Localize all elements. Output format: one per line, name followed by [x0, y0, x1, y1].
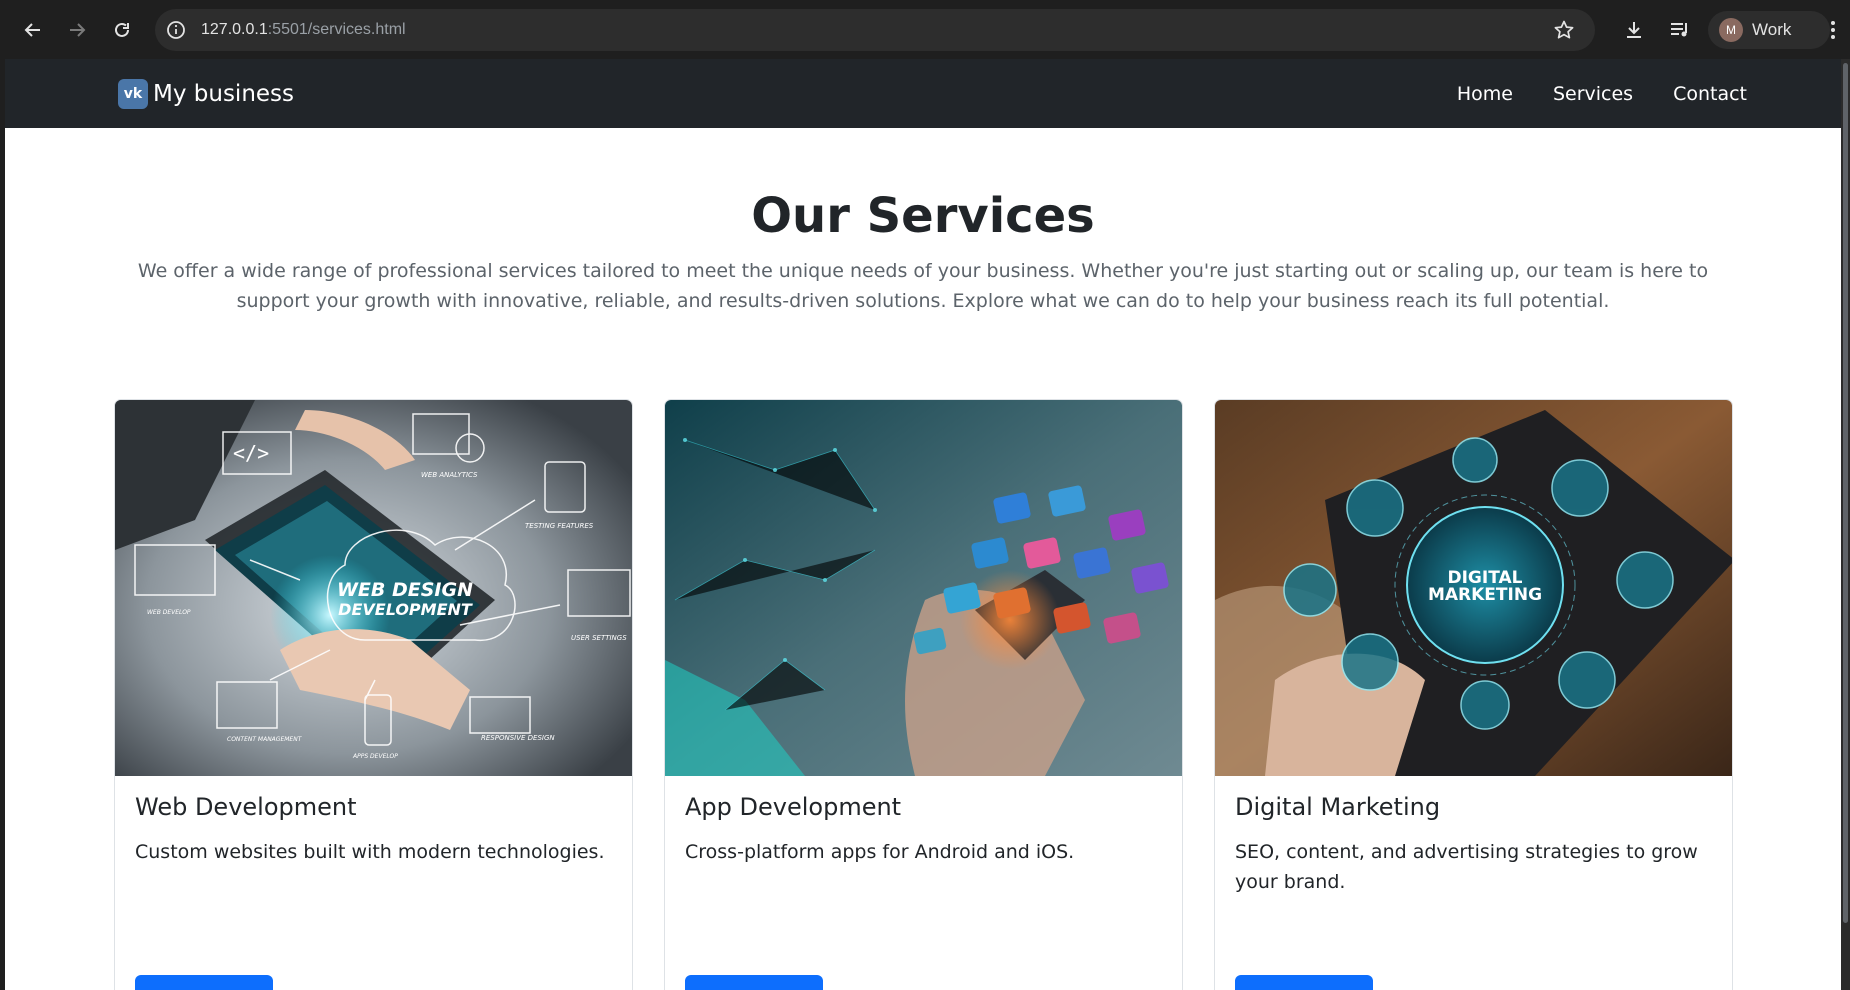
avatar: M: [1719, 18, 1743, 42]
image-label-content-management: CONTENT MANAGEMENT: [227, 736, 303, 743]
service-card-app-development: App Development Cross-platform apps for …: [664, 399, 1183, 990]
scrollbar-thumb[interactable]: [1843, 63, 1848, 923]
digital-marketing-image: DIGITAL MARKETING: [1215, 400, 1732, 776]
site-navbar: vk My business Home Services Contact: [5, 59, 1841, 128]
image-label-testing-features: TESTING FEATURES: [525, 522, 594, 530]
service-card-web-development: WEB DESIGN DEVELOPMENT </> WEB ANALYTICS…: [114, 399, 633, 990]
media-queue-icon[interactable]: [1668, 18, 1692, 42]
image-label-responsive-design: RESPONSIVE DESIGN: [481, 734, 555, 742]
page-scrollbar[interactable]: [1841, 59, 1850, 990]
web-development-image: WEB DESIGN DEVELOPMENT </> WEB ANALYTICS…: [115, 400, 632, 776]
back-button[interactable]: [13, 10, 53, 50]
card-title: Web Development: [135, 793, 357, 821]
page-intro: We offer a wide range of professional se…: [137, 260, 1709, 312]
arrow-left-icon: [24, 23, 40, 37]
image-label-web-analytics: WEB ANALYTICS: [421, 471, 478, 479]
more-menu-icon[interactable]: [1824, 18, 1842, 42]
nav-link-home[interactable]: Home: [1457, 83, 1513, 105]
card-text: Custom websites built with modern techno…: [135, 841, 605, 863]
nav-link-contact[interactable]: Contact: [1673, 83, 1747, 105]
profile-name: Work: [1752, 20, 1792, 39]
arrow-right-icon: [70, 23, 86, 37]
image-label-user-settings: USER SETTINGS: [571, 634, 627, 642]
url-text: 127.0.0.1:5501/services.html: [201, 21, 406, 38]
download-icon[interactable]: [1622, 18, 1646, 42]
card-text: SEO, content, and advertising strategies…: [1235, 841, 1698, 893]
bookmark-star-icon[interactable]: [1553, 19, 1575, 41]
image-label-marketing: MARKETING: [1428, 585, 1542, 605]
address-bar[interactable]: 127.0.0.1:5501/services.html: [155, 9, 1595, 51]
app-development-image: [665, 400, 1182, 776]
card-title: App Development: [685, 793, 902, 821]
reload-icon: [115, 22, 129, 37]
image-label-web-develop: WEB DEVELOP: [147, 609, 191, 616]
service-card-digital-marketing: DIGITAL MARKETING Digital Marketing SEO,…: [1214, 399, 1733, 990]
nav-link-services[interactable]: Services: [1553, 83, 1633, 105]
image-label-web-design: WEB DESIGN: [337, 579, 473, 601]
brand-name: My business: [153, 80, 295, 107]
card-text: Cross-platform apps for Android and iOS.: [685, 841, 1075, 863]
learn-more-button[interactable]: Learn More: [1235, 975, 1374, 990]
page-viewport: vk My business Home Services Contact Our…: [5, 59, 1841, 990]
card-title: Digital Marketing: [1235, 793, 1441, 821]
image-label-development: DEVELOPMENT: [338, 600, 473, 619]
vk-logo-icon: vk: [118, 78, 148, 109]
learn-more-button[interactable]: Learn More: [685, 975, 824, 990]
forward-button[interactable]: [57, 10, 97, 50]
page-title: Our Services: [751, 188, 1095, 244]
brand-link[interactable]: vk My business: [118, 59, 294, 128]
learn-more-button[interactable]: Learn More: [135, 975, 274, 990]
svg-text:</>: </>: [233, 441, 269, 465]
reload-button[interactable]: [102, 10, 142, 50]
nav-links: Home Services Contact: [1417, 59, 1747, 128]
site-info-icon[interactable]: [165, 19, 187, 41]
profile-button[interactable]: M Work: [1708, 11, 1830, 49]
image-label-apps-develop: APPS DEVELOP: [352, 753, 398, 760]
browser-toolbar: 127.0.0.1:5501/services.html M Work: [0, 0, 1850, 59]
